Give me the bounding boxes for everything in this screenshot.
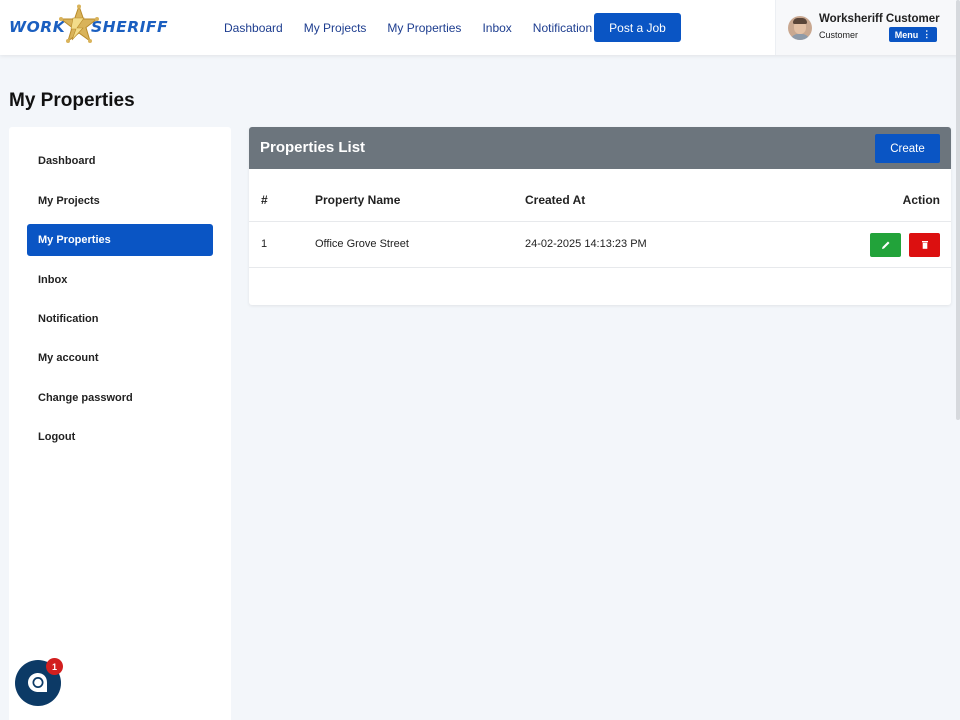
edit-button[interactable] (870, 233, 901, 257)
column-header-index: # (261, 193, 268, 207)
sidebar-item-inbox[interactable]: Inbox (27, 264, 213, 296)
card-title: Properties List (260, 139, 366, 156)
page-title: My Properties (9, 90, 135, 111)
column-header-action: Action (902, 193, 940, 207)
sidebar-item-notification[interactable]: Notification (27, 303, 213, 335)
chat-notification-badge: 1 (46, 658, 63, 675)
chat-icon (28, 673, 47, 692)
page-scrollbar[interactable] (956, 0, 960, 420)
column-header-created-at: Created At (525, 193, 586, 207)
avatar[interactable] (788, 16, 812, 40)
cell-created-at: 24-02-2025 14:13:23 PM (525, 238, 647, 250)
header-divider (249, 221, 951, 222)
post-job-button[interactable]: Post a Job (594, 13, 681, 42)
sidebar: Dashboard My Projects My Properties Inbo… (9, 127, 231, 720)
nav-notification[interactable]: Notification (533, 21, 592, 35)
logo-text-work: WORK (9, 18, 66, 36)
delete-button[interactable] (909, 233, 940, 257)
pencil-icon (881, 241, 889, 249)
row-divider (249, 267, 951, 268)
nav-my-properties[interactable]: My Properties (387, 21, 461, 35)
card-header: Properties List Create (249, 127, 951, 169)
cell-index: 1 (261, 238, 268, 250)
trash-icon (921, 241, 928, 249)
create-button[interactable]: Create (875, 134, 940, 163)
sidebar-item-my-projects[interactable]: My Projects (27, 185, 213, 217)
logo-text-sheriff: SHERIFF (91, 18, 169, 36)
sidebar-item-my-properties[interactable]: My Properties (27, 224, 213, 256)
sidebar-item-my-account[interactable]: My account (27, 342, 213, 374)
properties-card: Properties List Create # Property Name C… (249, 127, 951, 305)
cell-property-name: Office Grove Street (315, 238, 409, 250)
user-name: Worksheriff Customer (819, 13, 940, 25)
menu-dots-icon: ⋮ (922, 29, 932, 39)
nav-inbox[interactable]: Inbox (482, 21, 511, 35)
column-header-property-name: Property Name (315, 193, 401, 207)
main-nav: Dashboard My Projects My Properties Inbo… (224, 0, 613, 55)
sidebar-item-logout[interactable]: Logout (27, 421, 213, 453)
menu-button-label: Menu (894, 29, 919, 40)
user-menu-button[interactable]: Menu ⋮ (889, 27, 937, 42)
user-role: Customer (819, 30, 859, 40)
nav-dashboard[interactable]: Dashboard (224, 21, 283, 35)
top-header: WORK SHERIFF Dashboard My Projects My Pr… (0, 0, 960, 55)
user-panel: Worksheriff Customer Customer Menu ⋮ (775, 0, 960, 55)
nav-my-projects[interactable]: My Projects (304, 21, 367, 35)
sidebar-item-dashboard[interactable]: Dashboard (27, 145, 213, 177)
sidebar-item-change-password[interactable]: Change password (27, 382, 213, 414)
worksheriff-logo[interactable]: WORK SHERIFF (9, 4, 168, 51)
